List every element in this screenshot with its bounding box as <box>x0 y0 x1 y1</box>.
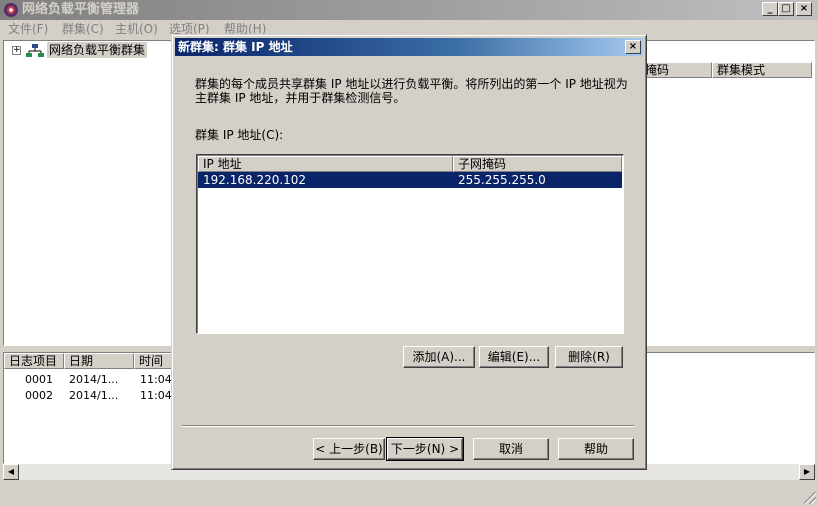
ip-address-cell: 192.168.220.102 <box>203 173 307 187</box>
menu-file[interactable]: 文件(F) <box>8 21 48 37</box>
remove-button[interactable]: 删除(R) <box>555 346 623 368</box>
close-icon: × <box>628 41 638 52</box>
add-button[interactable]: 添加(A)... <box>403 346 475 368</box>
cluster-tree-pane[interactable]: + 网络负载平衡群集 <box>3 40 173 346</box>
dialog-title-bar[interactable]: 新群集: 群集 IP 地址 × <box>175 38 643 56</box>
ip-list-row[interactable]: 192.168.220.102 255.255.255.0 <box>198 172 622 188</box>
log-entry-date: 2014/1... <box>69 373 119 386</box>
tree-expand-icon[interactable]: + <box>12 46 21 55</box>
scroll-left-button[interactable]: ◀ <box>3 464 19 480</box>
new-cluster-dialog: 新群集: 群集 IP 地址 × 群集的每个成员共享群集 IP 地址以进行负载平衡… <box>171 34 647 470</box>
log-header-date[interactable]: 日期 <box>64 353 134 369</box>
main-window-title: 网络负载平衡管理器 <box>22 2 140 17</box>
maximize-button[interactable]: □ <box>778 2 794 16</box>
cluster-icon <box>26 44 44 57</box>
dialog-close-button[interactable]: × <box>625 40 641 54</box>
ip-list-header-mask[interactable]: 子网掩码 <box>453 156 622 172</box>
arrow-right-icon: ▶ <box>803 467 811 476</box>
menu-cluster[interactable]: 群集(C) <box>62 21 104 37</box>
back-button[interactable]: < 上一步(B) <box>313 438 385 460</box>
arrow-left-icon: ◀ <box>7 467 15 476</box>
log-header-entry[interactable]: 日志项目 <box>4 353 64 369</box>
cluster-ip-list[interactable]: IP 地址 子网掩码 192.168.220.102 255.255.255.0 <box>196 154 624 334</box>
log-entry-time: 11:04 <box>140 389 172 402</box>
main-window-title-bar[interactable]: 网络负载平衡管理器 _ □ × <box>0 0 818 20</box>
log-entry-date: 2014/1... <box>69 389 119 402</box>
log-entry-id: 0001 <box>25 373 53 386</box>
scroll-right-button[interactable]: ▶ <box>799 464 815 480</box>
dialog-description: 群集的每个成员共享群集 IP 地址以进行负载平衡。将所列出的第一个 IP 地址视… <box>195 77 628 105</box>
cancel-button[interactable]: 取消 <box>473 438 549 460</box>
log-row[interactable]: 0002 2014/1... 11:04 <box>4 388 174 404</box>
resize-grip-icon[interactable] <box>804 492 816 504</box>
list-header-cluster-mode[interactable]: 群集模式 <box>712 62 812 78</box>
dialog-title: 新群集: 群集 IP 地址 <box>178 40 293 54</box>
cluster-ip-label: 群集 IP 地址(C): <box>195 128 284 142</box>
log-entry-id: 0002 <box>25 389 53 402</box>
tree-item-nlb-clusters[interactable]: 网络负载平衡群集 <box>47 42 148 58</box>
help-button[interactable]: 帮助 <box>558 438 634 460</box>
ip-list-header-ip[interactable]: IP 地址 <box>198 156 453 172</box>
next-button[interactable]: 下一步(N) > <box>386 437 464 461</box>
subnet-mask-cell: 255.255.255.0 <box>458 173 546 187</box>
minimize-icon: _ <box>767 3 773 14</box>
close-button[interactable]: × <box>796 2 812 16</box>
close-icon: × <box>799 3 809 14</box>
log-header-time[interactable]: 时间 <box>134 353 174 369</box>
nlb-manager-app-icon <box>4 3 18 17</box>
dialog-separator <box>182 425 634 427</box>
menu-host[interactable]: 主机(O) <box>115 21 158 37</box>
maximize-icon: □ <box>781 3 791 14</box>
log-row[interactable]: 0001 2014/1... 11:04 <box>4 372 174 388</box>
minimize-button[interactable]: _ <box>762 2 778 16</box>
status-bar <box>0 484 818 506</box>
log-entry-time: 11:04 <box>140 373 172 386</box>
edit-button[interactable]: 编辑(E)... <box>479 346 549 368</box>
